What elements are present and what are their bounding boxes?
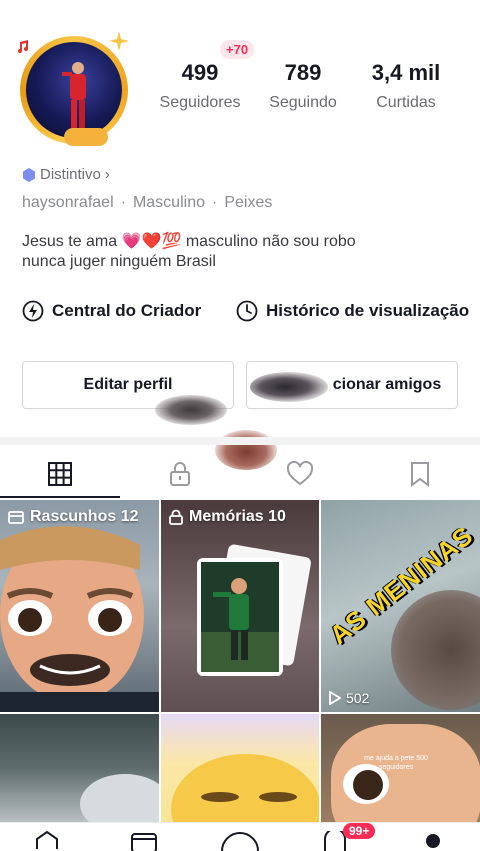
tab-private[interactable]: [120, 450, 240, 498]
clock-icon: [236, 300, 258, 322]
emoji-eye-left: [201, 792, 239, 802]
memory-photo: [201, 562, 279, 672]
lightning-icon: [22, 300, 44, 322]
friends-icon[interactable]: [130, 831, 158, 851]
zodiac: Peixes: [224, 194, 273, 211]
memories-cell[interactable]: Memórias 10: [161, 500, 319, 712]
emoji-face: [171, 754, 319, 822]
stat-likes[interactable]: 3,4 mil Curtidas: [356, 60, 456, 112]
avatar-person-figure: [62, 62, 86, 128]
drafts-icon: [8, 511, 24, 524]
following-label: Seguindo: [269, 94, 337, 111]
drafts-text: Rascunhos 12: [30, 508, 139, 525]
tab-favorites[interactable]: [360, 450, 480, 498]
video-cell-cartoon[interactable]: me ajuda a pete 500 seguidores: [321, 714, 480, 822]
memories-label: Memórias 10: [169, 508, 286, 526]
profile-meta: haysonrafael · Masculino · Peixes: [22, 194, 272, 212]
avatar-photo: [26, 42, 122, 138]
sparkle-icon: [109, 31, 129, 51]
profile-tabs: [0, 450, 480, 498]
creator-center-link[interactable]: Central do Criador: [22, 300, 201, 322]
followers-label: Seguidores: [159, 94, 241, 111]
bio-line-2: nunca juger ninguém Brasil: [22, 253, 216, 270]
profile-bio: Jesus te ama 💗❤️💯 masculino não sou robo…: [22, 232, 442, 272]
badge-link[interactable]: Distintivo ›: [22, 166, 110, 183]
followers-count: 499: [181, 60, 219, 85]
bookmark-icon: [411, 462, 429, 487]
bio-line-1: Jesus te ama 💗❤️💯 masculino não sou robo: [22, 233, 356, 250]
inbox-badge: 99+: [343, 823, 376, 839]
music-note-icon: [18, 40, 28, 53]
drafts-label: Rascunhos 12: [8, 508, 138, 526]
lock-icon: [170, 462, 190, 486]
chevron-right-icon: ›: [104, 166, 110, 183]
memory-card-front: [197, 558, 283, 676]
watch-history-link[interactable]: Histórico de visualização: [236, 300, 469, 322]
video-cell-room[interactable]: [0, 714, 159, 822]
blurred-hand: [391, 590, 480, 710]
memoji-man-thumbnail: [0, 526, 159, 712]
room-object: [80, 774, 159, 822]
section-divider: [0, 437, 480, 445]
creator-center-label: Central do Criador: [52, 301, 202, 320]
grid-icon: [48, 462, 72, 486]
tab-videos[interactable]: [0, 450, 120, 498]
username: haysonrafael: [22, 194, 114, 211]
stat-following[interactable]: 789 Seguindo: [253, 60, 353, 112]
play-icon: [329, 691, 341, 705]
hexagon-badge-icon: [23, 167, 35, 182]
badge-label: Distintivo: [40, 166, 101, 183]
gender: Masculino: [132, 194, 205, 211]
active-tab-indicator: [0, 496, 120, 498]
profile-icon[interactable]: [422, 833, 444, 851]
cartoon-caption: me ajuda a pete 500 seguidores: [364, 755, 428, 771]
drafts-cell[interactable]: Rascunhos 12: [0, 500, 159, 712]
profile-avatar[interactable]: [18, 31, 129, 146]
lock-small-icon: [169, 509, 183, 525]
tab-liked[interactable]: [240, 450, 360, 498]
home-icon[interactable]: [34, 831, 60, 851]
heart-icon: [286, 461, 314, 486]
avatar-live-badge: [64, 128, 108, 146]
video-cell-emoji[interactable]: [161, 714, 319, 822]
stat-followers[interactable]: 499 Seguidores: [150, 60, 250, 112]
meta-dot: ·: [211, 194, 218, 211]
view-count: 502: [329, 690, 369, 706]
face-filter-right-eye: [250, 372, 328, 402]
video-cell-as-meninas[interactable]: AS MENINAS 502: [321, 500, 480, 712]
view-count-text: 502: [346, 690, 370, 706]
new-followers-badge: +70: [220, 40, 255, 59]
watch-history-label: Histórico de visualização: [266, 301, 470, 320]
emoji-eye-right: [259, 792, 297, 802]
memories-text: Memórias 10: [189, 508, 286, 525]
likes-count: 3,4 mil: [371, 60, 441, 85]
bottom-navigation: [0, 822, 480, 851]
meta-dot: ·: [120, 194, 126, 211]
following-count: 789: [284, 60, 322, 85]
likes-label: Curtidas: [376, 94, 436, 111]
face-filter-left-eye: [155, 395, 227, 425]
cartoon-pupil: [353, 770, 383, 800]
